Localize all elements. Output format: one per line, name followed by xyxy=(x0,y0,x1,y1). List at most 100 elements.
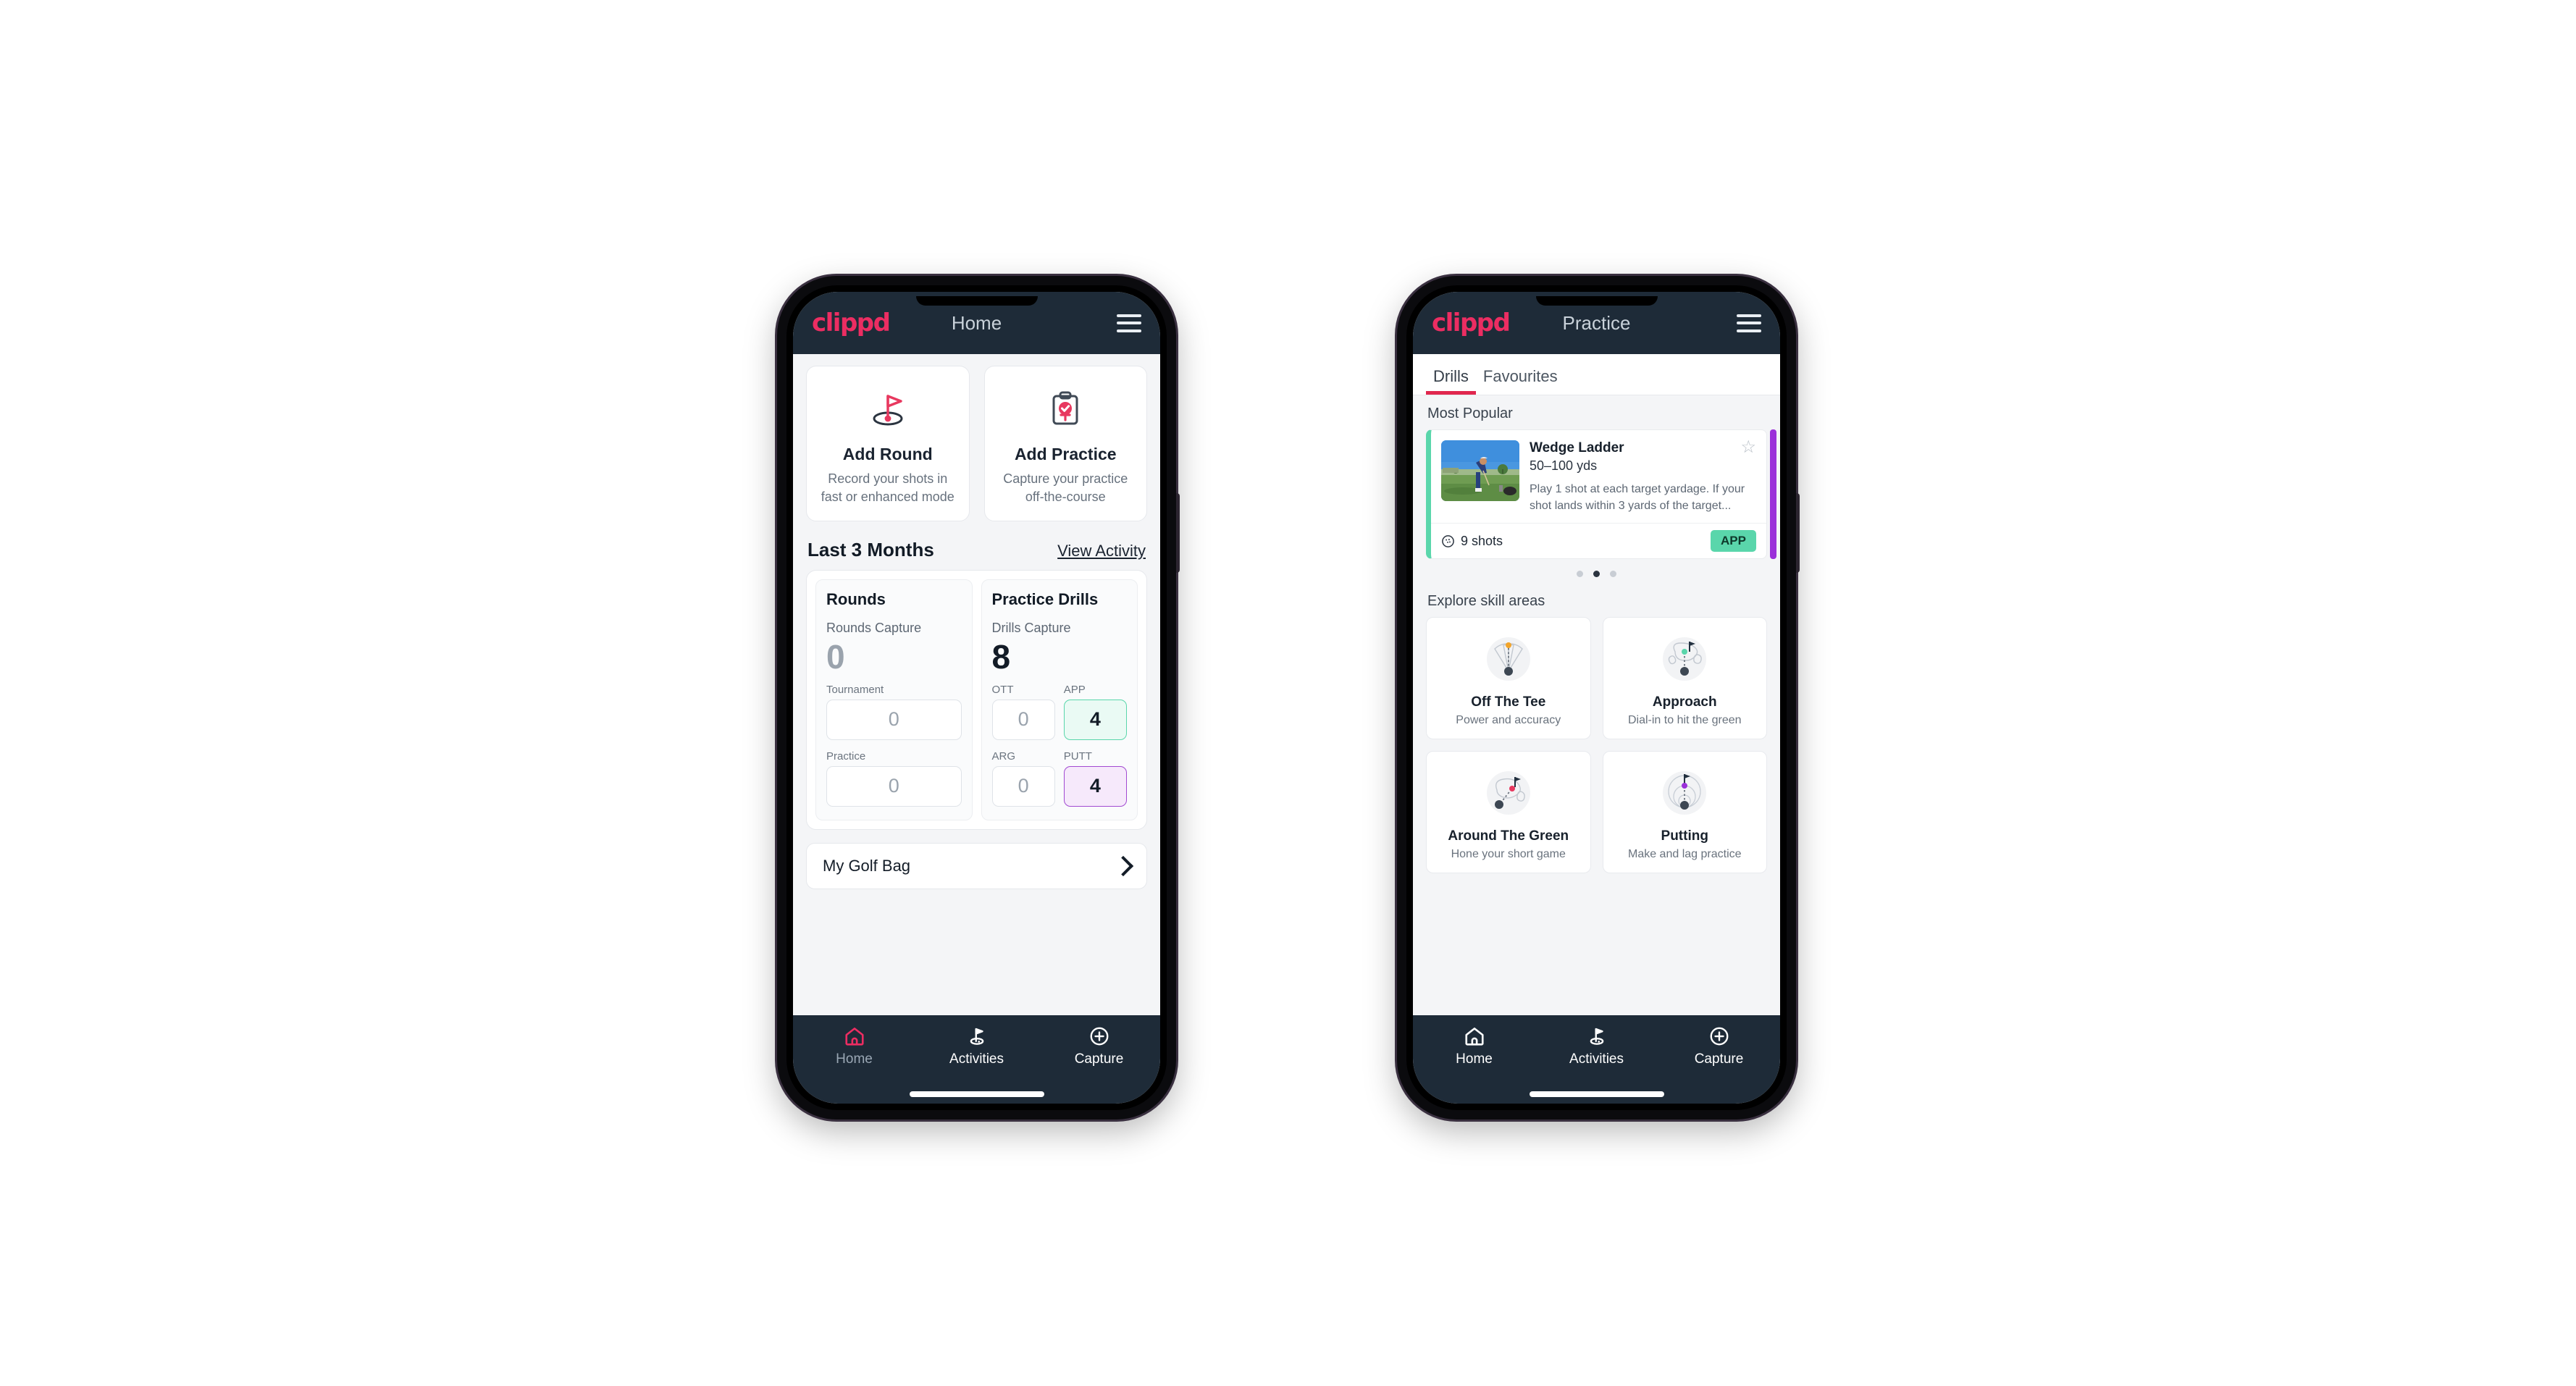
ott-value[interactable]: 0 xyxy=(991,699,1055,740)
menu-icon[interactable] xyxy=(1117,314,1141,332)
app-label: APP xyxy=(1063,683,1086,696)
nav-activities[interactable]: Activities xyxy=(1535,1025,1658,1067)
drills-capture-label: Drills Capture xyxy=(991,620,1071,635)
home-icon xyxy=(1464,1028,1484,1046)
nav-capture[interactable]: Capture xyxy=(1658,1025,1780,1067)
ott-label: OTT xyxy=(991,683,1014,696)
rounds-capture-value: 0 xyxy=(826,637,845,676)
section-heading: Last 3 Months xyxy=(807,538,934,560)
next-drill-peek[interactable] xyxy=(1770,429,1776,560)
add-practice-card[interactable]: Add Practice Capture your practice off-t… xyxy=(983,366,1147,521)
drills-panel: Practice Drills Drills Capture 8 OTT 0 A… xyxy=(981,579,1138,820)
practice-tabs: Drills Favourites xyxy=(1413,354,1780,395)
nav-activities[interactable]: Activities xyxy=(915,1025,1038,1067)
clippd-logo: clippd xyxy=(812,308,891,337)
stats-card: Rounds Rounds Capture 0 Tournament 0 Pra… xyxy=(806,569,1147,830)
carousel-dot[interactable] xyxy=(1610,571,1616,578)
nav-capture-label: Capture xyxy=(1694,1051,1744,1067)
home-icon xyxy=(844,1028,864,1046)
rounds-capture-label: Rounds Capture xyxy=(826,620,922,635)
tab-favourites[interactable]: Favourites xyxy=(1476,367,1565,395)
bottom-navigation: Home Activities Capture xyxy=(1413,1015,1780,1104)
nav-activities-label: Activities xyxy=(949,1051,1004,1067)
plus-circle-icon xyxy=(1090,1027,1108,1046)
add-practice-title: Add Practice xyxy=(1014,445,1117,463)
drill-thumbnail xyxy=(1441,440,1519,501)
skill-desc: Hone your short game xyxy=(1451,848,1566,861)
home-indicator xyxy=(909,1091,1044,1097)
skill-card-off-the-tee[interactable]: Off The Tee Power and accuracy xyxy=(1426,617,1591,740)
clipboard-check-icon xyxy=(992,381,1140,437)
quick-actions: Add Round Record your shots in fast or e… xyxy=(806,366,1147,521)
my-golf-bag-label: My Golf Bag xyxy=(823,856,911,875)
golf-flag-icon xyxy=(1590,1028,1603,1045)
drill-badge-app: APP xyxy=(1711,530,1756,553)
drill-name: Wedge Ladder xyxy=(1530,440,1624,455)
nav-home[interactable]: Home xyxy=(1413,1025,1535,1067)
skill-desc: Make and lag practice xyxy=(1627,848,1742,861)
add-practice-subtitle: Capture your practice off-the-course xyxy=(1003,471,1128,504)
nav-home[interactable]: Home xyxy=(793,1025,915,1067)
arg-label: ARG xyxy=(991,749,1016,763)
nav-home-label: Home xyxy=(836,1051,873,1067)
nav-capture[interactable]: Capture xyxy=(1038,1025,1160,1067)
tournament-label: Tournament xyxy=(826,683,884,696)
my-golf-bag-row[interactable]: My Golf Bag xyxy=(806,842,1147,889)
menu-icon[interactable] xyxy=(1737,314,1761,332)
rounds-heading: Rounds xyxy=(826,589,886,608)
skill-name: Around The Green xyxy=(1448,828,1569,844)
putt-value[interactable]: 4 xyxy=(1063,765,1127,807)
drill-carousel: ☆ Wedge Ladder 50–100 yds Play 1 shot at… xyxy=(1426,429,1776,560)
putt-label: PUTT xyxy=(1063,749,1092,763)
skill-card-putting[interactable]: Putting Make and lag practice xyxy=(1602,751,1767,874)
skill-desc: Dial-in to hit the green xyxy=(1627,714,1742,727)
golf-flag-icon xyxy=(970,1028,983,1045)
view-activity-link[interactable]: View Activity xyxy=(1057,542,1146,560)
nav-home-label: Home xyxy=(1456,1051,1493,1067)
rounds-panel: Rounds Rounds Capture 0 Tournament 0 Pra… xyxy=(815,579,973,820)
notch xyxy=(915,296,1038,306)
phone-device-practice: clippd Practice Drills Favourites Most P… xyxy=(1397,276,1800,1120)
tab-drills[interactable]: Drills xyxy=(1426,367,1476,395)
golf-flag-icon xyxy=(814,381,962,437)
drill-card-wedge-ladder[interactable]: ☆ Wedge Ladder 50–100 yds Play 1 shot at… xyxy=(1426,429,1767,560)
plus-circle-icon xyxy=(1710,1027,1728,1046)
drills-capture-value: 8 xyxy=(991,637,1011,676)
golf-ball-icon xyxy=(1442,535,1454,547)
phone-screen-home: clippd Home Add Round Record your shots … xyxy=(793,292,1160,1104)
drill-yardage: 50–100 yds xyxy=(1530,458,1598,473)
star-outline-icon[interactable]: ☆ xyxy=(1740,439,1756,456)
drill-description: Play 1 shot at each target yardage. If y… xyxy=(1530,483,1745,513)
app-value[interactable]: 4 xyxy=(1063,699,1127,740)
arg-value[interactable]: 0 xyxy=(991,765,1055,807)
home-content: Add Round Record your shots in fast or e… xyxy=(793,354,1160,1015)
drill-shots-label: 9 shots xyxy=(1461,533,1503,548)
carousel-dot[interactable] xyxy=(1577,571,1583,578)
practice-value[interactable]: 0 xyxy=(826,765,962,807)
phone-screen-practice: clippd Practice Drills Favourites Most P… xyxy=(1413,292,1780,1104)
chevron-right-icon xyxy=(1112,855,1134,876)
skill-desc: Power and accuracy xyxy=(1456,714,1561,727)
skill-name: Approach xyxy=(1652,694,1717,710)
carousel-dot-active[interactable] xyxy=(1593,571,1600,578)
clippd-logo: clippd xyxy=(1432,308,1511,337)
volume-button xyxy=(1176,493,1180,573)
phone-device-home: clippd Home Add Round Record your shots … xyxy=(777,276,1180,1120)
skill-card-approach[interactable]: Approach Dial-in to hit the green xyxy=(1602,617,1767,740)
add-round-title: Add Round xyxy=(842,445,933,463)
bottom-navigation: Home Activities Capture xyxy=(793,1015,1160,1104)
practice-label: Practice xyxy=(826,749,866,763)
chip-green-icon xyxy=(1432,762,1585,824)
skill-areas-grid: Off The Tee Power and accuracy Approach … xyxy=(1426,617,1767,874)
add-round-card[interactable]: Add Round Record your shots in fast or e… xyxy=(806,366,970,521)
tournament-value[interactable]: 0 xyxy=(826,699,962,740)
notch xyxy=(1535,296,1658,306)
skill-name: Off The Tee xyxy=(1471,694,1546,710)
nav-activities-label: Activities xyxy=(1569,1051,1624,1067)
volume-button xyxy=(1796,493,1800,573)
skill-card-around-the-green[interactable]: Around The Green Hone your short game xyxy=(1426,751,1591,874)
nav-capture-label: Capture xyxy=(1074,1051,1124,1067)
most-popular-label: Most Popular xyxy=(1427,406,1513,421)
add-round-subtitle: Record your shots in fast or enhanced mo… xyxy=(821,471,955,504)
tee-fan-icon xyxy=(1432,628,1585,690)
